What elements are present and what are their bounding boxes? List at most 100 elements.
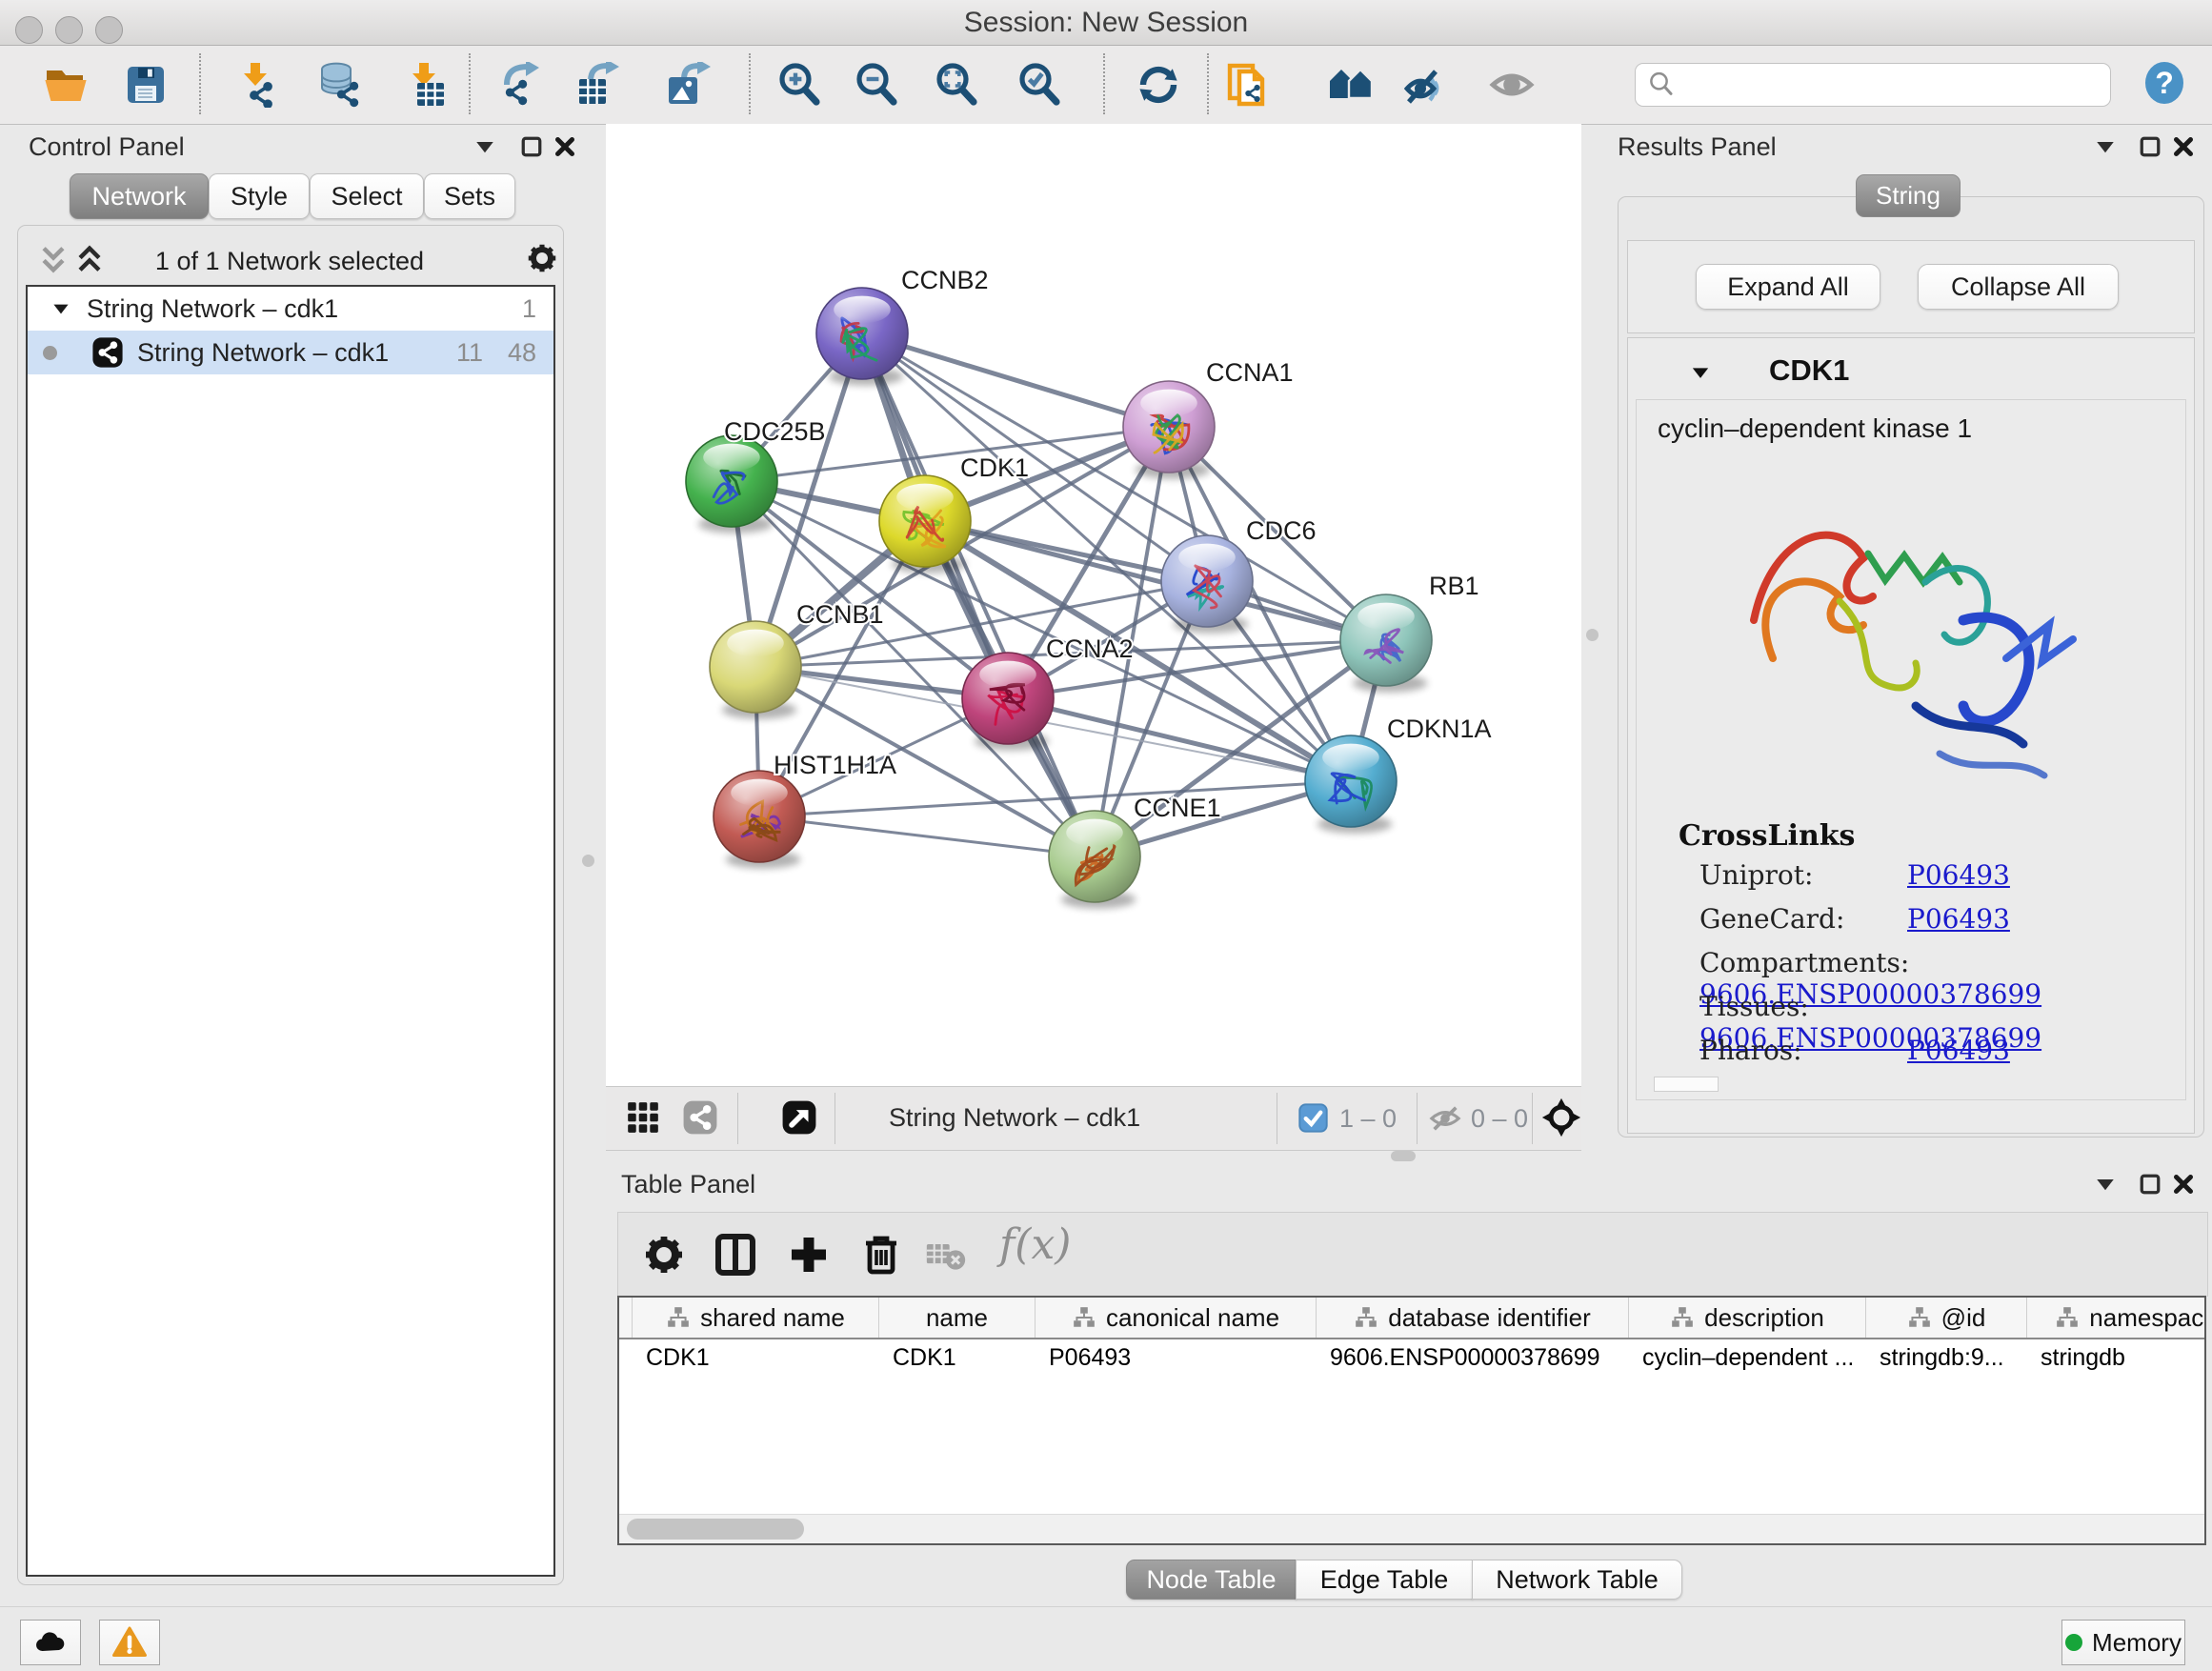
- column-header-description[interactable]: description: [1629, 1298, 1866, 1338]
- hidden-eye-slash-icon[interactable]: [1429, 1102, 1461, 1135]
- hidden-count: 0 – 0: [1471, 1104, 1528, 1134]
- gene-expander-icon[interactable]: [1687, 359, 1714, 386]
- tab-select[interactable]: Select: [310, 173, 424, 219]
- edge-HIST1H1A-CCNE1[interactable]: [759, 816, 1095, 856]
- export-table-icon[interactable]: [575, 62, 621, 108]
- collapse-all-networks-icon[interactable]: [37, 243, 70, 275]
- edge-CCNB2-CCNA1[interactable]: [862, 333, 1169, 427]
- tab-node-table[interactable]: Node Table: [1126, 1560, 1297, 1600]
- refresh-icon[interactable]: [1136, 62, 1181, 108]
- column-header-namespace[interactable]: namespace: [2027, 1298, 2206, 1338]
- zoom-selected-icon[interactable]: [1016, 62, 1062, 108]
- tab-network[interactable]: Network: [70, 173, 209, 219]
- crosslink-value-link[interactable]: P06493: [1907, 1035, 2010, 1066]
- crosslink-value-link[interactable]: P06493: [1907, 859, 2010, 891]
- fit-selected-crosshair-icon[interactable]: [1541, 1097, 1581, 1137]
- node-HIST1H1A[interactable]: [714, 771, 805, 869]
- tab-network-table[interactable]: Network Table: [1472, 1560, 1682, 1600]
- network-badge-icon[interactable]: [682, 1099, 718, 1136]
- network-node-count: 11: [456, 338, 483, 368]
- hide-selected-icon[interactable]: [1403, 62, 1449, 108]
- selected-checkbox-icon[interactable]: [1298, 1103, 1328, 1133]
- close-panel-icon[interactable]: [2169, 1170, 2198, 1198]
- network-tab-body: 1 of 1 Network selected String Network –…: [17, 225, 564, 1585]
- node-CDC25B[interactable]: [686, 435, 777, 534]
- collection-expander-icon[interactable]: [49, 296, 73, 321]
- column-header-name[interactable]: name: [879, 1298, 1036, 1338]
- cloud-status-button[interactable]: [20, 1620, 81, 1665]
- open-session-icon[interactable]: [43, 62, 89, 108]
- column-header--id[interactable]: @id: [1866, 1298, 2027, 1338]
- zoom-out-icon[interactable]: [854, 62, 899, 108]
- cell-name[interactable]: CDK1: [879, 1339, 1036, 1379]
- table-row[interactable]: CDK1CDK1P064939606.ENSP00000378699cyclin…: [619, 1339, 2204, 1379]
- expand-all-networks-icon[interactable]: [73, 243, 106, 275]
- tab-string[interactable]: String: [1856, 174, 1961, 217]
- scrollbar-thumb[interactable]: [627, 1519, 804, 1540]
- crosslink-label: Uniprot:: [1699, 859, 1907, 891]
- results-scrollbar-thumb[interactable]: [1654, 1077, 1719, 1092]
- tab-edge-table[interactable]: Edge Table: [1296, 1560, 1473, 1600]
- tab-style[interactable]: Style: [209, 173, 310, 219]
- maximize-panel-icon[interactable]: [517, 132, 546, 161]
- toolbar-separator: [749, 53, 751, 114]
- save-session-icon[interactable]: [123, 62, 169, 108]
- grid-view-icon[interactable]: [625, 1099, 661, 1136]
- cell-canonical-name[interactable]: P06493: [1036, 1339, 1317, 1379]
- collapse-all-button[interactable]: Collapse All: [1918, 264, 2119, 310]
- network-options-gear-icon[interactable]: [525, 241, 559, 275]
- cell--id[interactable]: stringdb:9...: [1866, 1339, 2027, 1379]
- column-header-canonical-name[interactable]: canonical name: [1036, 1298, 1317, 1338]
- search-input[interactable]: [1676, 70, 2110, 101]
- duplicate-network-icon[interactable]: [1226, 62, 1272, 108]
- vertical-splitter-grip[interactable]: [582, 855, 594, 867]
- first-neighbors-icon[interactable]: [1328, 62, 1374, 108]
- crosslink-value-link[interactable]: P06493: [1907, 903, 2010, 935]
- cell-namespace[interactable]: stringdb: [2027, 1339, 2206, 1379]
- warning-icon: [112, 1625, 147, 1660]
- node-CCNE1[interactable]: [1049, 811, 1140, 909]
- column-header-shared-name[interactable]: shared name: [633, 1298, 879, 1338]
- import-network-file-icon[interactable]: [233, 62, 279, 108]
- column-header-database-identifier[interactable]: database identifier: [1317, 1298, 1629, 1338]
- export-network-icon[interactable]: [499, 62, 545, 108]
- float-panel-icon[interactable]: [471, 132, 499, 161]
- search-field[interactable]: [1635, 63, 2111, 107]
- node-CCNA1[interactable]: [1123, 381, 1215, 479]
- network-view-canvas[interactable]: CCNB2CCNA1CDC25BCDK1CDC6RB1CCNB1CCNA2CDK…: [606, 124, 1581, 1086]
- create-column-icon[interactable]: [786, 1232, 832, 1278]
- warnings-button[interactable]: [99, 1620, 160, 1665]
- cell-database-identifier[interactable]: 9606.ENSP00000378699: [1317, 1339, 1629, 1379]
- node-CCNA2[interactable]: [962, 653, 1054, 751]
- float-panel-icon[interactable]: [2091, 132, 2120, 161]
- delete-column-icon[interactable]: [858, 1232, 904, 1278]
- show-columns-icon[interactable]: [713, 1232, 758, 1278]
- import-table-file-icon[interactable]: [402, 62, 448, 108]
- float-panel-icon[interactable]: [2091, 1170, 2120, 1198]
- close-panel-icon[interactable]: [551, 132, 579, 161]
- help-icon[interactable]: ?: [2142, 60, 2187, 106]
- zoom-fit-icon[interactable]: [934, 62, 979, 108]
- maximize-panel-icon[interactable]: [2136, 132, 2164, 161]
- cell-description[interactable]: cyclin–dependent ...: [1629, 1339, 1866, 1379]
- svg-text:?: ?: [2155, 66, 2174, 100]
- maximize-panel-icon[interactable]: [2136, 1170, 2164, 1198]
- network-collection-row[interactable]: String Network – cdk1 1: [28, 287, 553, 331]
- tab-sets[interactable]: Sets: [424, 173, 515, 219]
- table-options-gear-icon[interactable]: [641, 1232, 687, 1278]
- memory-button[interactable]: Memory: [2061, 1620, 2185, 1665]
- node-RB1[interactable]: [1340, 594, 1432, 693]
- node-CDKN1A[interactable]: [1305, 735, 1397, 834]
- edge-CCNB2-CCNE1[interactable]: [862, 333, 1095, 856]
- table-horizontal-scrollbar[interactable]: [619, 1514, 2204, 1543]
- birdseye-view-icon[interactable]: [781, 1099, 817, 1136]
- network-row-selected[interactable]: String Network – cdk1 11 48: [28, 331, 553, 374]
- expand-all-button[interactable]: Expand All: [1696, 264, 1880, 310]
- show-all-icon[interactable]: [1489, 62, 1535, 108]
- cell-shared-name[interactable]: CDK1: [633, 1339, 879, 1379]
- node-CCNB1[interactable]: [710, 621, 801, 719]
- close-panel-icon[interactable]: [2169, 132, 2198, 161]
- import-network-database-icon[interactable]: [317, 62, 363, 108]
- zoom-in-icon[interactable]: [776, 62, 822, 108]
- export-image-icon[interactable]: [665, 62, 711, 108]
